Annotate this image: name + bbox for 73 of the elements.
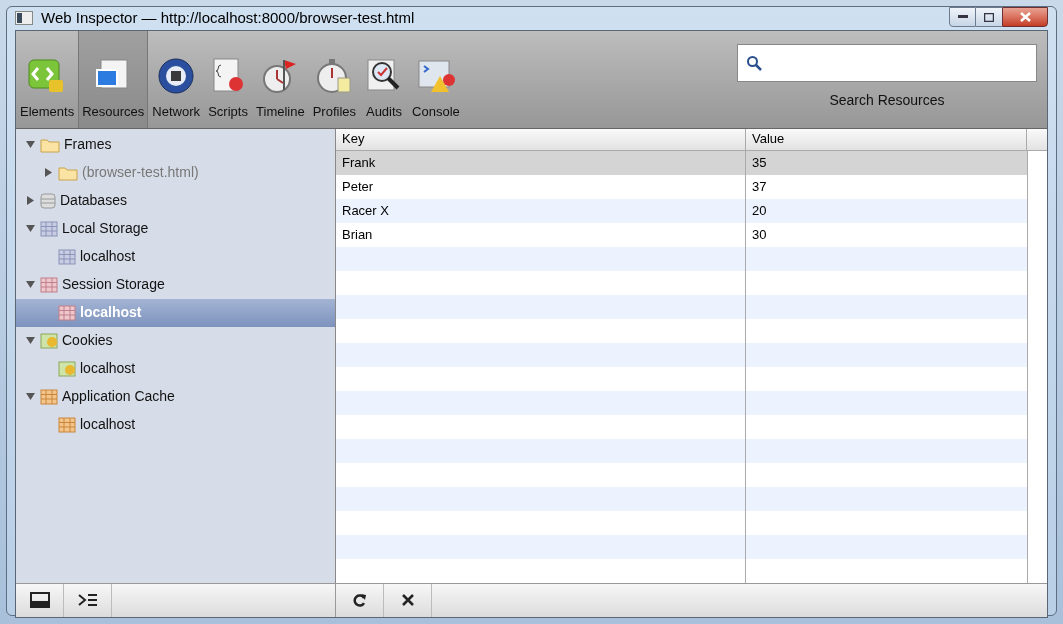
console-prompt-icon bbox=[77, 593, 98, 607]
maximize-icon bbox=[984, 12, 994, 22]
minimize-button[interactable] bbox=[949, 7, 976, 27]
cookie-grid-icon bbox=[40, 332, 58, 349]
table-cell-text: 35 bbox=[751, 153, 768, 172]
search-label: Search Resources bbox=[828, 90, 946, 110]
toolbar-tab[interactable]: Console bbox=[408, 30, 464, 128]
tree-item[interactable]: Application Cache bbox=[16, 382, 335, 411]
tree-label: (browser-test.html) bbox=[82, 163, 199, 182]
tree-label: localhost bbox=[80, 359, 136, 378]
toolbar-tab[interactable]: Elements bbox=[16, 30, 79, 128]
window-title: Web Inspector — http://localhost:8000/browser-test.html bbox=[41, 8, 415, 28]
table-cell-text: 30 bbox=[751, 225, 768, 244]
expanded-triangle-icon[interactable] bbox=[25, 392, 35, 401]
close-button[interactable] bbox=[1002, 7, 1048, 27]
tree-label: Cookies bbox=[62, 331, 113, 350]
tree-label: localhost bbox=[80, 415, 136, 434]
cookie-grid-icon bbox=[58, 360, 76, 377]
table-grid-icon bbox=[58, 248, 76, 265]
tree-item[interactable]: Cookies bbox=[16, 326, 335, 355]
expanded-triangle-icon[interactable] bbox=[25, 224, 35, 233]
table-row[interactable]: Racer X 20 bbox=[336, 198, 1027, 223]
tree-item[interactable]: Session Storage bbox=[16, 270, 335, 299]
table-cell-text: 20 bbox=[751, 201, 768, 220]
expanded-triangle-icon[interactable] bbox=[25, 140, 35, 149]
table-cell: Racer X bbox=[336, 198, 746, 223]
tree-label: localhost bbox=[80, 247, 136, 266]
table-grid-icon bbox=[58, 304, 76, 321]
refresh-icon bbox=[351, 592, 368, 608]
toolbar-tab[interactable]: Network bbox=[148, 30, 205, 128]
toolbar-tab[interactable]: Timeline bbox=[252, 30, 309, 128]
table-grid-icon bbox=[40, 220, 58, 237]
tree-label: Application Cache bbox=[62, 387, 175, 406]
table-cell: Brian bbox=[336, 222, 746, 247]
search-icon bbox=[746, 54, 762, 71]
tree-item[interactable]: localhost bbox=[16, 354, 335, 383]
search-field[interactable] bbox=[737, 43, 1037, 82]
tree-item[interactable]: Frames bbox=[16, 130, 335, 159]
toolbar-tab[interactable]: Resources bbox=[78, 30, 149, 128]
expanded-triangle-icon[interactable] bbox=[25, 280, 35, 289]
tree-label: Local Storage bbox=[62, 219, 149, 238]
tree-label: Session Storage bbox=[62, 275, 165, 294]
collapsed-triangle-icon[interactable] bbox=[43, 168, 53, 177]
column-header[interactable]: Key bbox=[336, 128, 746, 150]
folder-icon bbox=[58, 164, 78, 181]
tree-item[interactable]: localhost bbox=[16, 242, 335, 271]
minimize-icon bbox=[957, 15, 968, 19]
toolbar-tab[interactable]: Profiles bbox=[308, 30, 361, 128]
table-grid-icon bbox=[40, 276, 58, 293]
tree-item[interactable]: Local Storage bbox=[16, 214, 335, 243]
expanded-triangle-icon[interactable] bbox=[25, 336, 35, 345]
column-header[interactable]: Value bbox=[746, 128, 1027, 150]
table-grid-icon bbox=[40, 388, 58, 405]
close-icon bbox=[400, 593, 415, 607]
tree-item[interactable]: Databases bbox=[16, 186, 335, 215]
tree-label: Databases bbox=[60, 191, 127, 210]
table-cell-text: 37 bbox=[751, 177, 768, 196]
collapsed-triangle-icon[interactable] bbox=[25, 196, 35, 205]
table-cell: Peter bbox=[336, 174, 746, 199]
table-grid-icon bbox=[58, 416, 76, 433]
tree-label: Frames bbox=[64, 135, 112, 154]
toolbar-tab[interactable]: Audits bbox=[360, 30, 409, 128]
tree-item[interactable]: localhost bbox=[16, 410, 335, 439]
table-cell: Frank bbox=[336, 150, 746, 175]
tree-label: localhost bbox=[80, 303, 142, 322]
dock-window-icon bbox=[29, 592, 50, 608]
maximize-button[interactable] bbox=[976, 7, 1002, 27]
database-icon bbox=[40, 191, 56, 210]
window-app-icon bbox=[15, 11, 33, 26]
close-icon bbox=[1019, 12, 1031, 22]
table-row[interactable]: Frank 35 bbox=[336, 150, 1027, 175]
toolbar-tab[interactable]: Scripts bbox=[204, 30, 253, 128]
folder-icon bbox=[40, 136, 60, 153]
